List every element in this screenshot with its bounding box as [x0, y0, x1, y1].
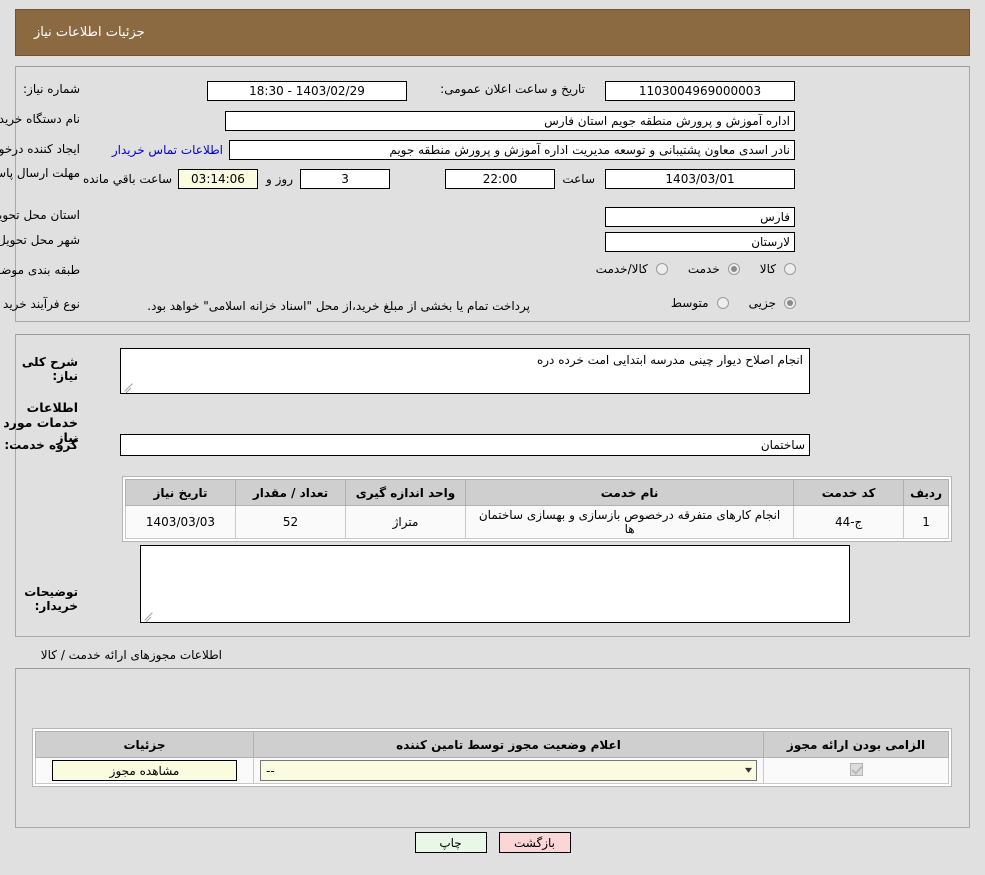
resize-grip-icon[interactable]	[124, 381, 134, 391]
buyer-org-value: اداره آموزش و پرورش منطقه جویم استان فار…	[225, 111, 795, 131]
category-option-kala[interactable]: کالا	[760, 262, 800, 276]
deadline-hour-label: ساعت	[562, 172, 595, 186]
province-value: فارس	[605, 207, 795, 227]
cell-permit-details: مشاهده مجوز	[35, 757, 254, 784]
category-row: طبقه بندی موضوعی:	[0, 263, 80, 277]
deadline-label: مهلت ارسال پاسخ: تا تاریخ:	[0, 166, 80, 180]
buyer-org-row: نام دستگاه خریدار:	[0, 112, 80, 126]
process-payment-note: پرداخت تمام یا بخشی از مبلغ خرید،از محل …	[147, 299, 530, 313]
deadline-label-wrap: مهلت ارسال پاسخ: تا تاریخ:	[0, 166, 80, 180]
description-value: انجام اصلاح دیوار چینی مدرسه ابتدایی امت…	[536, 353, 803, 367]
process-option-motavaset[interactable]: متوسط	[671, 296, 733, 310]
buyer-contact-link[interactable]: اطلاعات تماس خریدار	[112, 143, 223, 157]
creator-value: نادر اسدی معاون پشتیبانی و توسعه مدیریت …	[229, 140, 795, 160]
need-number-label: شماره نیاز:	[23, 82, 80, 96]
province-row: استان محل تحویل:	[0, 208, 80, 222]
process-row: نوع فرآیند خرید :	[0, 297, 80, 311]
services-table-wrapper: ردیف کد خدمت نام خدمت واحد اندازه گیری ت…	[122, 476, 952, 542]
announce-datetime-value: 1403/02/29 - 18:30	[207, 81, 407, 101]
radio-icon[interactable]	[716, 297, 729, 309]
remaining-days-value: 3	[300, 169, 390, 189]
permit-status-select[interactable]: ▾ --	[260, 760, 757, 781]
cell-name: انجام کارهای متفرقه درخصوص بازسازی و بهس…	[464, 505, 795, 539]
cell-permit-status: ▾ --	[253, 757, 764, 784]
table-row: 1 ج-44 انجام کارهای متفرقه درخصوص بازساز…	[125, 505, 949, 539]
buyer-notes-label: توضیحات خریدار:	[24, 585, 78, 613]
category-radio-group[interactable]: کالا خدمت کالا/خدمت	[580, 262, 800, 276]
city-label: شهر محل تحویل:	[0, 233, 80, 247]
service-group-value: ساختمان	[120, 434, 810, 456]
buyer-notes-textarea[interactable]	[140, 545, 850, 623]
back-button[interactable]: بازگشت	[498, 832, 571, 853]
table-header-row: الزامی بودن ارائه مجوز اعلام وضعیت مجوز …	[35, 731, 949, 758]
process-radio-group[interactable]: جزیی متوسط	[655, 296, 800, 310]
need-summary-panel	[15, 66, 970, 322]
col-qty: تعداد / مقدار	[235, 479, 346, 506]
cell-code: ج-44	[793, 505, 905, 539]
remaining-hours-label: ساعت باقي مانده	[82, 172, 172, 186]
process-option-label: متوسط	[670, 296, 709, 310]
col-permit-status: اعلام وضعیت مجوز توسط تامین کننده	[253, 731, 764, 758]
col-name: نام خدمت	[464, 479, 795, 506]
col-radif: ردیف	[903, 479, 949, 506]
description-textarea[interactable]: انجام اصلاح دیوار چینی مدرسه ابتدایی امت…	[120, 348, 810, 394]
cell-radif: 1	[903, 505, 949, 539]
col-permit-required: الزامی بودن ارائه مجوز	[763, 731, 949, 758]
cell-qty: 52	[235, 505, 346, 539]
page-header-bar: جزئیات اطلاعات نیاز	[15, 9, 970, 56]
radio-icon[interactable]	[784, 297, 796, 309]
process-type-label: نوع فرآیند خرید :	[0, 297, 80, 311]
city-row: شهر محل تحویل:	[0, 233, 80, 247]
col-unit: واحد اندازه گیری	[345, 479, 466, 506]
page-title: جزئیات اطلاعات نیاز	[34, 25, 145, 40]
table-header-row: ردیف کد خدمت نام خدمت واحد اندازه گیری ت…	[125, 479, 949, 506]
permits-table: الزامی بودن ارائه مجوز اعلام وضعیت مجوز …	[35, 731, 949, 784]
buyer-org-label: نام دستگاه خریدار:	[0, 112, 80, 126]
cell-date: 1403/03/03	[125, 505, 236, 539]
footer-button-bar: بازگشت چاپ	[0, 832, 985, 853]
category-option-label: کالا	[759, 262, 776, 276]
chevron-down-icon: ▾	[744, 765, 753, 776]
col-code: کد خدمت	[793, 479, 905, 506]
table-row: ▾ -- مشاهده مجوز	[35, 757, 949, 784]
radio-icon[interactable]	[727, 263, 740, 275]
creator-label: ایجاد کننده درخواست:	[0, 142, 80, 156]
announce-label-wrap: تاریخ و ساعت اعلان عمومی:	[440, 82, 585, 96]
service-group-label: گروه خدمت:	[4, 438, 78, 452]
city-value: لارستان	[605, 232, 795, 252]
need-number-row: شماره نیاز:	[23, 82, 80, 96]
deadline-hour-value: 22:00	[445, 169, 555, 189]
category-option-label: خدمت	[687, 262, 720, 276]
category-option-khedmat[interactable]: خدمت	[688, 262, 744, 276]
permit-required-checkbox	[849, 762, 863, 776]
radio-icon[interactable]	[784, 263, 796, 275]
permits-section-title: اطلاعات مجوزهای ارائه خدمت / کالا	[40, 648, 222, 662]
resize-grip-icon[interactable]	[144, 610, 154, 620]
permits-table-wrapper: الزامی بودن ارائه مجوز اعلام وضعیت مجوز …	[32, 728, 952, 787]
col-permit-details: جزئیات	[35, 731, 254, 758]
process-option-label: جزیی	[748, 296, 776, 310]
category-label: طبقه بندی موضوعی:	[0, 263, 80, 277]
remaining-days-label: روز و	[266, 172, 293, 186]
need-number-value: 1103004969000003	[605, 81, 795, 101]
category-option-label: کالا/خدمت	[595, 262, 648, 276]
cell-unit: متراژ	[345, 505, 466, 539]
print-button[interactable]: چاپ	[414, 832, 487, 853]
category-option-kala-khedmat[interactable]: کالا/خدمت	[596, 262, 672, 276]
permit-status-value: --	[266, 763, 275, 778]
cell-permit-required	[763, 757, 949, 784]
view-permit-button[interactable]: مشاهده مجوز	[52, 760, 237, 781]
process-option-jozii[interactable]: جزیی	[749, 296, 800, 310]
announce-datetime-label: تاریخ و ساعت اعلان عمومی:	[440, 82, 585, 96]
description-label: شرح کلی نیاز:	[21, 355, 78, 383]
deadline-date-value: 1403/03/01	[605, 169, 795, 189]
col-date: تاریخ نیاز	[125, 479, 236, 506]
services-table: ردیف کد خدمت نام خدمت واحد اندازه گیری ت…	[125, 479, 949, 539]
radio-icon[interactable]	[655, 263, 668, 275]
province-label: استان محل تحویل:	[0, 208, 80, 222]
countdown-timer: 03:14:06	[178, 169, 258, 189]
creator-row: ایجاد کننده درخواست:	[0, 142, 80, 156]
